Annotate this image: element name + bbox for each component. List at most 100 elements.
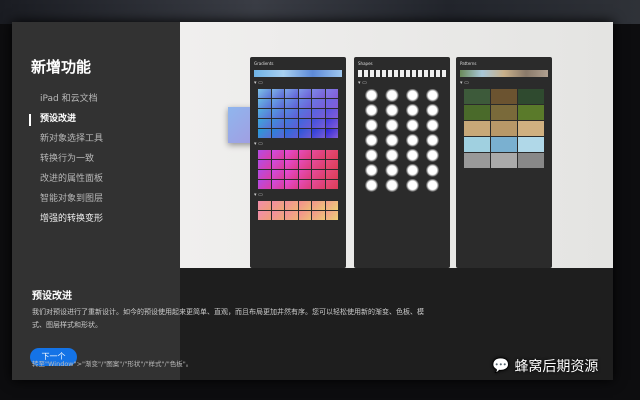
preset-tile[interactable] [271, 129, 284, 138]
preset-tile[interactable] [382, 104, 402, 118]
preset-tile[interactable] [298, 119, 311, 128]
preset-tile[interactable] [258, 89, 271, 98]
preset-tile[interactable] [464, 89, 490, 104]
preset-tile[interactable] [518, 89, 544, 104]
preset-tile[interactable] [362, 179, 382, 193]
preset-tile[interactable] [362, 149, 382, 163]
preset-tile[interactable] [518, 105, 544, 120]
preset-tile[interactable] [271, 170, 284, 179]
preset-tile[interactable] [258, 211, 271, 220]
preset-tile[interactable] [464, 121, 490, 136]
preset-tile[interactable] [285, 99, 298, 108]
preset-tile[interactable] [271, 160, 284, 169]
preset-tile[interactable] [382, 89, 402, 103]
preset-tile[interactable] [298, 160, 311, 169]
preset-tile[interactable] [422, 164, 442, 178]
preset-tile[interactable] [422, 104, 442, 118]
preset-tile[interactable] [312, 89, 325, 98]
preset-tile[interactable] [402, 104, 422, 118]
preset-tile[interactable] [325, 129, 338, 138]
preset-tile[interactable] [491, 89, 517, 104]
preset-tile[interactable] [325, 201, 338, 210]
preset-tile[interactable] [491, 137, 517, 152]
preset-tile[interactable] [312, 170, 325, 179]
preset-tile[interactable] [312, 119, 325, 128]
preset-tile[interactable] [464, 105, 490, 120]
preset-tile[interactable] [285, 180, 298, 189]
preset-tile[interactable] [402, 164, 422, 178]
preset-tile[interactable] [271, 119, 284, 128]
preset-tile[interactable] [325, 180, 338, 189]
preset-tile[interactable] [285, 170, 298, 179]
preset-tile[interactable] [518, 137, 544, 152]
preset-tile[interactable] [325, 160, 338, 169]
preset-tile[interactable] [285, 201, 298, 210]
preset-tile[interactable] [362, 104, 382, 118]
preset-tile[interactable] [325, 211, 338, 220]
nav-item-smart-object[interactable]: 智能对象到图层 [40, 192, 103, 212]
preset-tile[interactable] [258, 170, 271, 179]
preset-tile[interactable] [312, 109, 325, 118]
preset-tile[interactable] [362, 134, 382, 148]
preset-tile[interactable] [258, 180, 271, 189]
preset-tile[interactable] [271, 180, 284, 189]
preset-tile[interactable] [312, 150, 325, 159]
preset-tile[interactable] [298, 89, 311, 98]
preset-tile[interactable] [312, 99, 325, 108]
preset-tile[interactable] [402, 119, 422, 133]
preset-tile[interactable] [491, 121, 517, 136]
preset-tile[interactable] [298, 129, 311, 138]
preset-tile[interactable] [271, 109, 284, 118]
preset-tile[interactable] [285, 119, 298, 128]
preset-tile[interactable] [491, 105, 517, 120]
nav-item-transform[interactable]: 转换行为一致 [40, 152, 103, 172]
preset-tile[interactable] [258, 201, 271, 210]
preset-tile[interactable] [285, 211, 298, 220]
preset-tile[interactable] [298, 99, 311, 108]
preset-tile[interactable] [298, 109, 311, 118]
preset-tile[interactable] [325, 109, 338, 118]
preset-tile[interactable] [464, 137, 490, 152]
preset-tile[interactable] [422, 179, 442, 193]
nav-item-ipad[interactable]: iPad 和云文档 [40, 92, 103, 112]
preset-tile[interactable] [422, 134, 442, 148]
preset-tile[interactable] [325, 170, 338, 179]
preset-tile[interactable] [402, 179, 422, 193]
preset-tile[interactable] [258, 119, 271, 128]
nav-item-warp[interactable]: 增强的转换变形 [40, 212, 103, 232]
preset-tile[interactable] [312, 211, 325, 220]
preset-tile[interactable] [422, 119, 442, 133]
preset-tile[interactable] [258, 160, 271, 169]
preset-tile[interactable] [382, 179, 402, 193]
preset-tile[interactable] [312, 129, 325, 138]
preset-tile[interactable] [285, 109, 298, 118]
preset-tile[interactable] [325, 89, 338, 98]
preset-tile[interactable] [271, 99, 284, 108]
preset-tile[interactable] [325, 150, 338, 159]
preset-tile[interactable] [285, 129, 298, 138]
preset-tile[interactable] [258, 129, 271, 138]
preset-tile[interactable] [422, 89, 442, 103]
preset-tile[interactable] [271, 150, 284, 159]
preset-tile[interactable] [285, 150, 298, 159]
preset-tile[interactable] [312, 201, 325, 210]
preset-tile[interactable] [298, 180, 311, 189]
nav-item-properties[interactable]: 改进的属性面板 [40, 172, 103, 192]
preset-tile[interactable] [518, 121, 544, 136]
preset-tile[interactable] [298, 211, 311, 220]
preset-tile[interactable] [285, 160, 298, 169]
preset-tile[interactable] [258, 99, 271, 108]
preset-tile[interactable] [271, 211, 284, 220]
preset-tile[interactable] [298, 201, 311, 210]
preset-tile[interactable] [271, 201, 284, 210]
preset-tile[interactable] [258, 150, 271, 159]
preset-tile[interactable] [271, 89, 284, 98]
preset-tile[interactable] [325, 99, 338, 108]
preset-tile[interactable] [491, 153, 517, 168]
nav-item-presets[interactable]: 预设改进 [40, 112, 103, 132]
preset-tile[interactable] [402, 149, 422, 163]
preset-tile[interactable] [298, 150, 311, 159]
preset-tile[interactable] [362, 89, 382, 103]
preset-tile[interactable] [362, 119, 382, 133]
preset-tile[interactable] [312, 160, 325, 169]
